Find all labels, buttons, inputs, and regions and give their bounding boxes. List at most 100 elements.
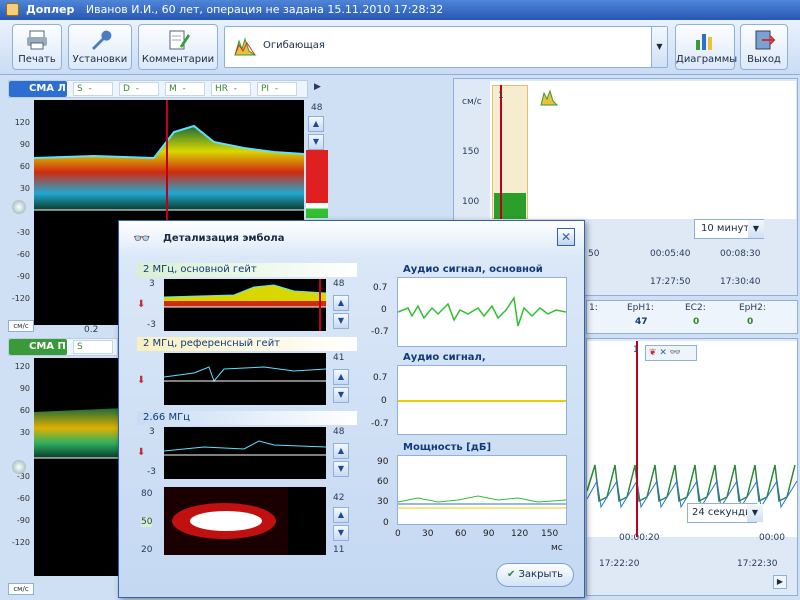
settings-button[interactable]: Установки xyxy=(68,24,132,70)
gain-up-button[interactable]: ▲ xyxy=(333,295,349,311)
unit-button-top[interactable]: см/с xyxy=(8,320,34,332)
exit-door-icon xyxy=(755,30,776,50)
wrench-icon xyxy=(92,30,112,50)
stat-value: 0 xyxy=(747,317,754,327)
ytick: 30 xyxy=(377,497,389,507)
stat-value: 47 xyxy=(635,317,648,327)
gain-up-button[interactable]: ▲ xyxy=(308,116,324,132)
channel-bar-top: СМА Л S - D - M - HR - PI - xyxy=(8,80,308,98)
dialog-close-button[interactable]: ✕ xyxy=(557,228,575,246)
trend-panel-bottom: 1 ❦ ✕ 👓 24 секунды ▼ 00:00:20 00:00 17:2… xyxy=(586,338,798,596)
level-meter-top xyxy=(306,150,328,218)
time-label: 17:22:20 xyxy=(599,559,640,569)
ytick: 90 xyxy=(19,140,30,149)
xtick: 150 xyxy=(541,529,559,539)
scroll-right-button[interactable]: ▶ xyxy=(773,575,787,589)
xtick: 120 xyxy=(511,529,529,539)
time-label: 00:05:40 xyxy=(650,249,691,259)
ytick: -60 xyxy=(16,250,30,259)
close-button[interactable]: ✔ Закрыть xyxy=(496,563,574,587)
embolus-icon[interactable]: ❦ xyxy=(649,348,657,358)
field-hr-value: - xyxy=(233,84,237,94)
arrow-down-icon[interactable]: ⬇ xyxy=(137,375,145,386)
chevron-down-icon[interactable]: ▼ xyxy=(651,27,667,67)
field-pi: PI - xyxy=(257,82,297,96)
period-value: 10 минут xyxy=(701,223,750,234)
period-value: 24 секунды xyxy=(692,507,753,518)
spectrum-bottom xyxy=(34,358,124,576)
gain-down-button[interactable]: ▼ xyxy=(333,525,349,541)
mini-spectrum-266 xyxy=(164,427,326,479)
scale-value: 48 xyxy=(333,279,345,289)
field-m-value: - xyxy=(182,84,186,94)
section-266mhz: 2.66 МГц xyxy=(137,411,357,425)
scale-top-value: 48 xyxy=(311,103,323,113)
ytick: 90 xyxy=(377,457,389,467)
app-name: Доплер xyxy=(26,3,75,16)
chevron-down-icon[interactable]: ▼ xyxy=(747,504,763,522)
ytick: 80 xyxy=(141,489,153,499)
scale-value: 48 xyxy=(333,427,345,437)
time-label: 17:30:40 xyxy=(720,277,761,287)
notepad-pencil-icon xyxy=(169,30,190,50)
field-s-label: S xyxy=(77,342,83,352)
channel-tag-right[interactable]: СМА П xyxy=(9,339,67,355)
ytick: 30 xyxy=(19,184,30,193)
gain-down-button[interactable]: ▼ xyxy=(333,387,349,403)
arrow-down-icon[interactable]: ⬇ xyxy=(137,447,145,458)
xtick: 30 xyxy=(422,529,434,539)
audio-main-title: Аудио сигнал, основной гейт xyxy=(403,264,543,289)
toolbar: Печать Установки Комментарии Огибающая ▼… xyxy=(0,20,800,75)
ytick: 150 xyxy=(462,147,480,157)
field-d: D - xyxy=(119,82,159,96)
glasses-icon[interactable]: 👓 xyxy=(670,348,681,358)
ytick: 0 xyxy=(381,396,387,406)
channel-bar-bottom: СМА П S xyxy=(8,338,118,356)
xtick: 60 xyxy=(455,529,467,539)
y-axis-top: 120 90 60 30 -30 -60 -90 -120 xyxy=(2,100,34,330)
audio-main-plot xyxy=(397,277,567,347)
ytick: 0 xyxy=(381,305,387,315)
ytick: -90 xyxy=(16,272,30,281)
close-icon[interactable]: ✕ xyxy=(659,348,667,358)
chevron-down-icon[interactable]: ▼ xyxy=(748,220,764,238)
arrow-down-icon[interactable]: ⬇ xyxy=(137,299,145,310)
exit-button[interactable]: Выход xyxy=(740,24,788,70)
unit-button-bottom[interactable]: см/с xyxy=(8,583,34,595)
spectrum-bottom-graphic xyxy=(34,408,124,459)
play-arrow-icon[interactable]: ▶ xyxy=(314,82,321,92)
ytick: 3 xyxy=(149,427,155,437)
scale-value: 41 xyxy=(333,353,345,363)
print-button[interactable]: Печать xyxy=(12,24,62,70)
ytick: -3 xyxy=(147,320,156,330)
ytick: -0.7 xyxy=(371,327,389,337)
baseline-handle[interactable] xyxy=(12,460,26,474)
channel-tag-left[interactable]: СМА Л xyxy=(9,81,67,97)
event-marker[interactable] xyxy=(500,85,502,219)
time-label: 00:00 xyxy=(759,533,785,543)
ytick: 90 xyxy=(19,384,30,393)
gain-up-button[interactable]: ▲ xyxy=(333,507,349,523)
gain-up-button[interactable]: ▲ xyxy=(333,443,349,459)
audio-ref-title: Аудио сигнал, референсный ге... xyxy=(403,352,510,377)
ytick: 0 xyxy=(383,518,389,528)
audio-ref-plot xyxy=(397,365,567,435)
ytick: 0.7 xyxy=(373,373,388,383)
field-s-value: - xyxy=(88,84,92,94)
field-s: S - xyxy=(73,82,113,96)
ytick: 60 xyxy=(377,477,389,487)
mini-spectrogram xyxy=(164,487,326,555)
mini-spectrum-main xyxy=(164,279,326,331)
diagrams-button[interactable]: Диаграммы xyxy=(675,24,737,70)
envelope-select[interactable]: Огибающая ▼ xyxy=(224,26,668,68)
comments-button[interactable]: Комментарии xyxy=(138,24,218,70)
power-plot xyxy=(397,455,567,525)
section-ref-gate: 2 МГц, референсный гейт xyxy=(137,337,357,351)
gain-down-button[interactable]: ▼ xyxy=(333,461,349,477)
baseline-handle[interactable] xyxy=(12,200,26,214)
gain-up-button[interactable]: ▲ xyxy=(333,369,349,385)
ytick: 120 xyxy=(14,118,30,127)
gain-down-button[interactable]: ▼ xyxy=(308,134,324,150)
gain-down-button[interactable]: ▼ xyxy=(333,313,349,329)
title-bar: Доплер Иванов И.И., 60 лет, операция не … xyxy=(0,0,800,20)
